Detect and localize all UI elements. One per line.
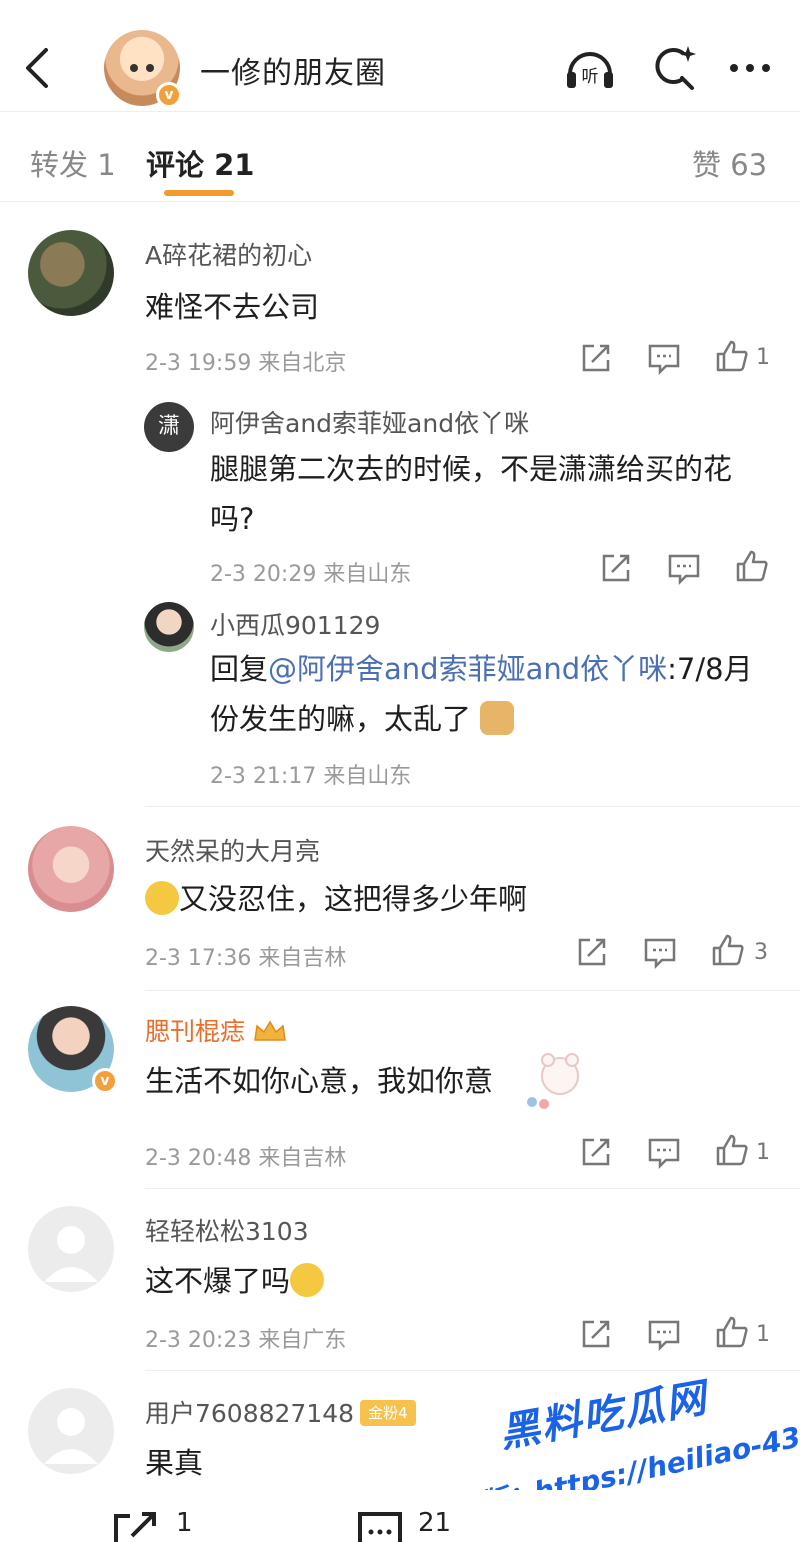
default-avatar-icon xyxy=(44,1226,98,1282)
reply-meta: 2-3 20:29 来自山东 xyxy=(210,562,412,587)
reply-username[interactable]: 小西瓜901129 xyxy=(210,606,380,642)
like-count: 1 xyxy=(756,1140,770,1165)
avatar[interactable] xyxy=(144,602,194,652)
verified-badge-icon: v xyxy=(156,82,182,108)
like-icon[interactable] xyxy=(714,1132,750,1168)
share-icon[interactable] xyxy=(578,1134,614,1170)
comment-icon[interactable] xyxy=(356,1510,404,1542)
verified-badge-icon: v xyxy=(92,1068,118,1094)
repost-icon[interactable] xyxy=(112,1510,160,1542)
like-count: 3 xyxy=(754,940,768,965)
like-icon[interactable] xyxy=(710,932,746,968)
comment-text: 又没忍住，这把得多少年啊 xyxy=(145,876,527,918)
comment-count: 21 xyxy=(418,1508,452,1538)
laugh-cry-emoji-icon xyxy=(145,881,179,915)
tab-repost[interactable]: 转发 1 xyxy=(30,142,116,184)
like-count: 1 xyxy=(756,345,770,370)
back-icon[interactable] xyxy=(18,42,58,94)
like-icon[interactable] xyxy=(734,548,770,584)
divider xyxy=(145,806,800,807)
comment-text: 难怪不去公司 xyxy=(145,290,320,324)
comment-username[interactable]: 腮刊棍痣 xyxy=(145,1012,287,1048)
comment-username[interactable]: A碎花裙的初心 xyxy=(145,236,312,272)
comment-username[interactable]: 用户7608827148 金粉4 xyxy=(145,1394,416,1430)
comment-icon[interactable] xyxy=(642,934,678,970)
comment-icon[interactable] xyxy=(646,1316,682,1352)
like-icon[interactable] xyxy=(714,338,750,374)
search-icon[interactable] xyxy=(644,40,700,96)
svg-text:听: 听 xyxy=(582,67,599,87)
avatar[interactable] xyxy=(28,230,114,316)
avatar[interactable] xyxy=(28,1206,114,1292)
top-nav-bar: v 一修的朋友圈 听 xyxy=(0,0,800,112)
reply-prefix: 回复 xyxy=(210,652,269,686)
reply-username[interactable]: 阿伊舍and索菲娅and依丫咪 xyxy=(210,404,529,440)
bear-sticker-icon xyxy=(527,1053,579,1109)
comment-icon[interactable] xyxy=(646,1134,682,1170)
share-icon[interactable] xyxy=(578,1316,614,1352)
divider xyxy=(145,990,800,991)
comment-text: 果真 xyxy=(145,1446,204,1480)
repost-count: 1 xyxy=(176,1508,193,1538)
avatar[interactable]: 潇 xyxy=(144,402,194,452)
share-icon[interactable] xyxy=(578,340,614,376)
tab-bar: 转发 1 评论 21 赞 63 xyxy=(0,112,800,202)
like-count: 1 xyxy=(756,1322,770,1347)
reply-text: 腿腿第二次去的时候，不是潇潇给买的花吗? xyxy=(210,452,733,536)
comment-text: 这不爆了吗 xyxy=(145,1258,325,1300)
comment-text: 生活不如你心意，我如你意 xyxy=(145,1064,494,1098)
active-tab-indicator xyxy=(164,190,234,196)
comment-username[interactable]: 轻轻松松3103 xyxy=(145,1212,309,1248)
crown-icon xyxy=(254,1020,286,1041)
reply-text: 回复@阿伊舍and索菲娅and依丫咪:7/8月份发生的嘛，太乱了 xyxy=(210,644,770,744)
tab-likes[interactable]: 赞 63 xyxy=(692,142,767,184)
comment-icon[interactable] xyxy=(666,550,702,586)
comment-meta: 2-3 17:36 来自吉林 xyxy=(145,946,347,971)
avatar[interactable] xyxy=(28,1388,114,1474)
mention-link[interactable]: @阿伊舍and索菲娅and依丫咪 xyxy=(268,652,667,686)
reply-meta: 2-3 21:17 来自山东 xyxy=(210,764,412,789)
comment-icon[interactable] xyxy=(646,340,682,376)
share-icon[interactable] xyxy=(574,934,610,970)
avatar-text: 潇 xyxy=(157,414,180,439)
page-title: 一修的朋友圈 xyxy=(200,56,386,91)
avatar[interactable] xyxy=(28,826,114,912)
listen-icon[interactable]: 听 xyxy=(562,40,618,96)
like-icon[interactable] xyxy=(714,1314,750,1350)
profile-avatar[interactable]: v xyxy=(104,30,182,108)
divider xyxy=(145,1188,800,1189)
comment-meta: 2-3 19:59 来自北京 xyxy=(145,351,347,376)
tab-comments[interactable]: 评论 21 xyxy=(146,142,254,184)
fan-level-badge: 金粉4 xyxy=(360,1400,416,1426)
share-icon[interactable] xyxy=(598,550,634,586)
default-avatar-icon xyxy=(44,1408,98,1464)
comment-meta: 2-3 20:23 来自广东 xyxy=(145,1328,347,1353)
comment-username[interactable]: 天然呆的大月亮 xyxy=(145,832,320,868)
bottom-action-bar: 1 21 xyxy=(0,1490,800,1542)
comment-meta: 2-3 20:48 来自吉林 xyxy=(145,1146,347,1171)
more-icon[interactable] xyxy=(722,40,778,96)
doge-emoji-icon xyxy=(480,701,515,735)
laugh-cry-emoji-icon xyxy=(290,1263,325,1297)
